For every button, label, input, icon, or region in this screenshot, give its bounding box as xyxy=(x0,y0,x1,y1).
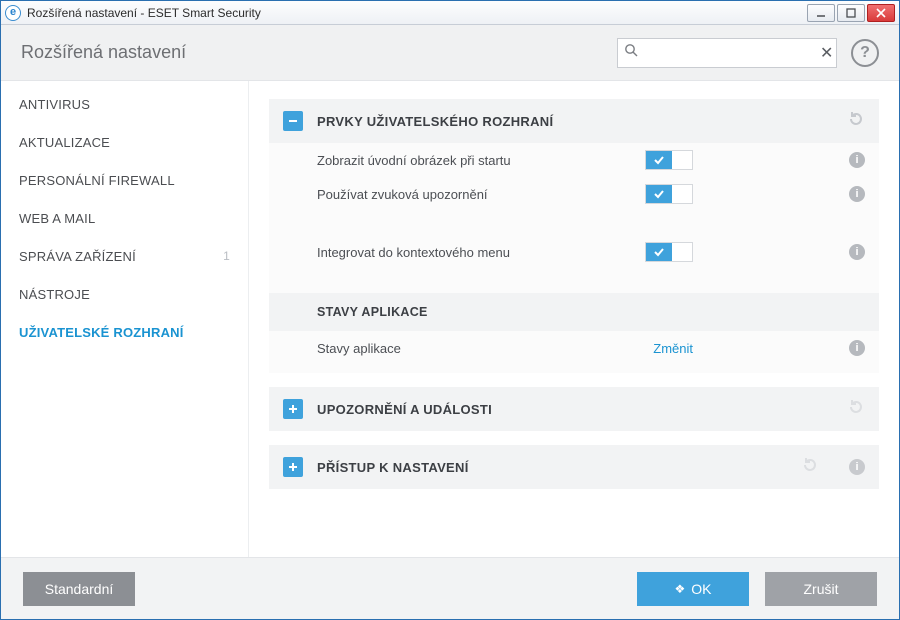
check-icon xyxy=(646,185,672,203)
panel-title: UPOZORNĚNÍ A UDÁLOSTI xyxy=(317,402,492,417)
body: ANTIVIRUS AKTUALIZACE PERSONÁLNÍ FIREWAL… xyxy=(1,81,899,557)
page-title: Rozšířená nastavení xyxy=(21,42,186,63)
shield-icon: ❖ xyxy=(675,582,686,596)
sidebar-item-tools[interactable]: NÁSTROJE xyxy=(1,275,248,313)
sidebar-item-label: ANTIVIRUS xyxy=(19,97,90,112)
sidebar-item-badge: 1 xyxy=(223,249,230,263)
content: PRVKY UŽIVATELSKÉHO ROZHRANÍ Zobrazit úv… xyxy=(249,81,899,557)
app-window: e Rozšířená nastavení - ESET Smart Secur… xyxy=(0,0,900,620)
row-use-sounds: Používat zvuková upozornění i xyxy=(269,177,879,211)
sidebar-item-web-mail[interactable]: WEB A MAIL xyxy=(1,199,248,237)
row-label: Integrovat do kontextového menu xyxy=(317,245,510,260)
search-icon xyxy=(624,43,638,62)
collapse-icon[interactable] xyxy=(283,111,303,131)
sidebar-item-user-interface[interactable]: UŽIVATELSKÉ ROZHRANÍ xyxy=(1,313,248,351)
sidebar-item-device-control[interactable]: SPRÁVA ZAŘÍZENÍ 1 xyxy=(1,237,248,275)
info-icon[interactable]: i xyxy=(849,244,865,260)
panel-ui-elements: PRVKY UŽIVATELSKÉHO ROZHRANÍ Zobrazit úv… xyxy=(269,99,879,373)
sidebar-item-label: UŽIVATELSKÉ ROZHRANÍ xyxy=(19,325,184,340)
change-link[interactable]: Změnit xyxy=(653,341,693,356)
row-label: Zobrazit úvodní obrázek při startu xyxy=(317,153,511,168)
reset-icon[interactable] xyxy=(847,110,865,133)
panel-notifications: UPOZORNĚNÍ A UDÁLOSTI xyxy=(269,387,879,431)
row-label: Stavy aplikace xyxy=(317,341,401,356)
sidebar-item-label: SPRÁVA ZAŘÍZENÍ xyxy=(19,249,136,264)
info-icon[interactable]: i xyxy=(849,152,865,168)
search-input[interactable] xyxy=(642,45,818,60)
panel-body-ui-elements: Zobrazit úvodní obrázek při startu i Pou… xyxy=(269,143,879,373)
row-label: Používat zvuková upozornění xyxy=(317,187,488,202)
footer: Standardní ❖ OK Zrušit xyxy=(1,557,899,619)
panel-access: PŘÍSTUP K NASTAVENÍ i xyxy=(269,445,879,489)
titlebar: e Rozšířená nastavení - ESET Smart Secur… xyxy=(1,1,899,25)
sidebar-item-label: AKTUALIZACE xyxy=(19,135,110,150)
sidebar-item-antivirus[interactable]: ANTIVIRUS xyxy=(1,85,248,123)
panel-title: PŘÍSTUP K NASTAVENÍ xyxy=(317,460,469,475)
row-app-statuses: Stavy aplikace Změnit i xyxy=(269,331,879,365)
reset-icon[interactable] xyxy=(847,398,865,421)
clear-search-icon[interactable]: ✕ xyxy=(818,43,835,63)
sidebar-item-label: PERSONÁLNÍ FIREWALL xyxy=(19,173,175,188)
subheader-app-statuses: STAVY APLIKACE xyxy=(269,293,879,331)
search-box[interactable]: ✕ xyxy=(617,38,837,68)
check-icon xyxy=(646,151,672,169)
ok-button[interactable]: ❖ OK xyxy=(637,572,749,606)
reset-icon[interactable] xyxy=(801,456,819,479)
close-button[interactable] xyxy=(867,4,895,22)
sidebar-item-firewall[interactable]: PERSONÁLNÍ FIREWALL xyxy=(1,161,248,199)
maximize-button[interactable] xyxy=(837,4,865,22)
cancel-button[interactable]: Zrušit xyxy=(765,572,877,606)
panel-header-notifications[interactable]: UPOZORNĚNÍ A UDÁLOSTI xyxy=(269,387,879,431)
toggle-context-menu[interactable] xyxy=(645,242,693,262)
panel-title: PRVKY UŽIVATELSKÉHO ROZHRANÍ xyxy=(317,114,553,129)
toggle-show-splash[interactable] xyxy=(645,150,693,170)
app-icon: e xyxy=(5,5,21,21)
row-show-splash: Zobrazit úvodní obrázek při startu i xyxy=(269,143,879,177)
check-icon xyxy=(646,243,672,261)
sidebar-item-label: WEB A MAIL xyxy=(19,211,95,226)
header: Rozšířená nastavení ✕ ? xyxy=(1,25,899,81)
panel-header-access[interactable]: PŘÍSTUP K NASTAVENÍ i xyxy=(269,445,879,489)
row-context-menu: Integrovat do kontextového menu i xyxy=(269,235,879,269)
help-button[interactable]: ? xyxy=(851,39,879,67)
expand-icon[interactable] xyxy=(283,399,303,419)
sidebar-item-update[interactable]: AKTUALIZACE xyxy=(1,123,248,161)
sidebar: ANTIVIRUS AKTUALIZACE PERSONÁLNÍ FIREWAL… xyxy=(1,81,249,557)
info-icon[interactable]: i xyxy=(849,186,865,202)
minimize-button[interactable] xyxy=(807,4,835,22)
default-button[interactable]: Standardní xyxy=(23,572,135,606)
info-icon[interactable]: i xyxy=(849,340,865,356)
info-icon[interactable]: i xyxy=(849,459,865,475)
toggle-use-sounds[interactable] xyxy=(645,184,693,204)
panel-header-ui-elements[interactable]: PRVKY UŽIVATELSKÉHO ROZHRANÍ xyxy=(269,99,879,143)
sidebar-item-label: NÁSTROJE xyxy=(19,287,90,302)
expand-icon[interactable] xyxy=(283,457,303,477)
window-title: Rozšířená nastavení - ESET Smart Securit… xyxy=(27,6,261,20)
